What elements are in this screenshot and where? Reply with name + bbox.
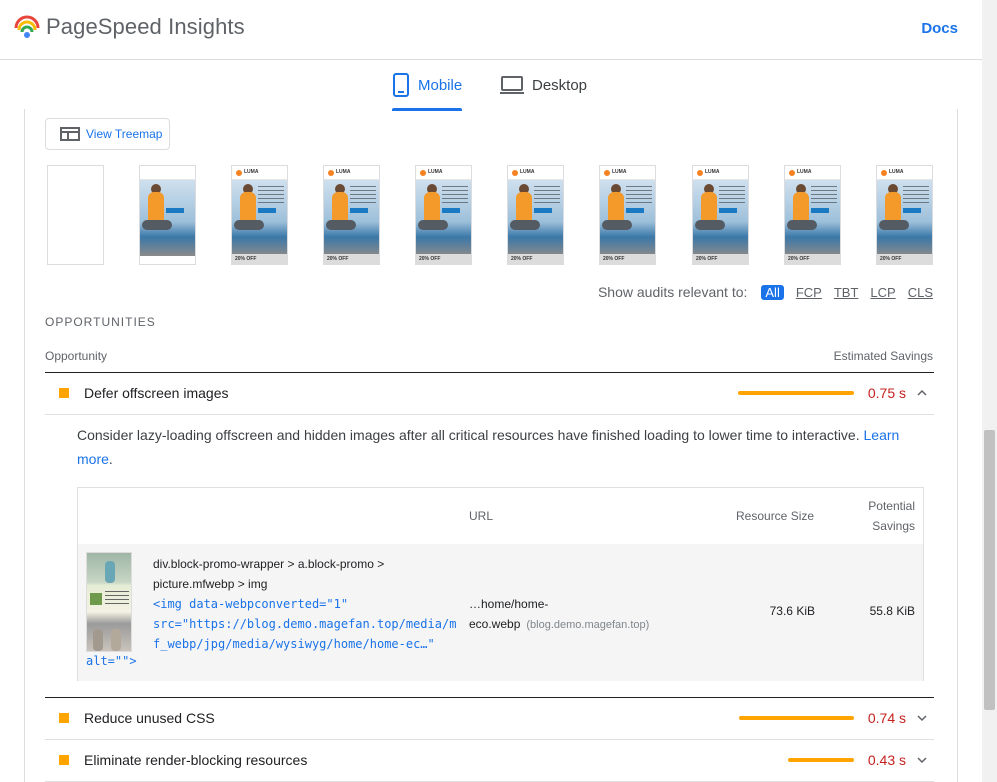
audit-defer-offscreen-images[interactable]: Defer offscreen images 0.75 s [45, 372, 934, 414]
pagespeed-logo-icon[interactable] [14, 14, 40, 40]
filter-chip-lcp[interactable]: LCP [870, 285, 895, 300]
resource-url[interactable]: …home/home- eco.webp (blog.demo.magefan.t… [469, 594, 669, 635]
node-snippet-end: alt=""> [86, 654, 137, 668]
column-header-opportunity: Opportunity [45, 349, 108, 363]
node-snippet[interactable]: <img data-webpconverted="1" src="https:/… [153, 594, 463, 654]
audit-filter: Show audits relevant to: All FCP TBT LCP… [598, 284, 933, 300]
filmstrip-frame: LUMA 20% OFF [323, 165, 380, 265]
savings-value: 0.74 s [867, 710, 906, 726]
audit-description: Consider lazy-loading offscreen and hidd… [77, 427, 900, 467]
scrollbar-thumb[interactable] [984, 430, 995, 710]
savings-value: 0.75 s [867, 385, 906, 401]
mobile-icon [393, 73, 409, 97]
tab-mobile[interactable]: Mobile [392, 61, 463, 111]
savings-bar [738, 716, 854, 720]
tab-label: Desktop [532, 76, 588, 94]
report-panel: View Treemap LUMA 20% OFF LUMA 20% OFF L… [24, 109, 958, 782]
filmstrip-frame [139, 165, 196, 265]
filmstrip-frame: LUMA 20% OFF [876, 165, 933, 265]
savings-value: 0.43 s [867, 752, 906, 768]
filmstrip-frame: LUMA 20% OFF [507, 165, 564, 265]
table-header: URL Resource Size Potential Savings [78, 488, 923, 544]
filter-chip-fcp[interactable]: FCP [796, 285, 822, 300]
audit-reduce-unused-css[interactable]: Reduce unused CSS 0.74 s [45, 697, 934, 739]
section-title: OPPORTUNITIES [45, 315, 156, 329]
audit-eliminate-render-blocking[interactable]: Eliminate render-blocking resources 0.43… [45, 739, 934, 781]
filter-chip-tbt[interactable]: TBT [834, 285, 859, 300]
desktop-icon [500, 76, 524, 94]
warning-square-icon [59, 388, 69, 398]
filmstrip-frame: LUMA 20% OFF [599, 165, 656, 265]
audit-title: Reduce unused CSS [84, 710, 215, 726]
app-header: PageSpeed Insights Docs [0, 0, 982, 60]
scrollbar[interactable] [982, 0, 997, 782]
node-selector: div.block-promo-wrapper > a.block-promo … [153, 557, 385, 591]
column-header-url: URL [469, 509, 494, 523]
divider [45, 414, 934, 415]
details-table: URL Resource Size Potential Savings div.… [77, 487, 924, 681]
tab-desktop[interactable]: Desktop [500, 61, 587, 109]
filmstrip-frame: LUMA 20% OFF [784, 165, 841, 265]
chevron-up-icon [917, 389, 927, 396]
filter-label: Show audits relevant to: [597, 284, 748, 300]
treemap-label: View Treemap [86, 127, 163, 141]
column-header-savings: Savings [872, 519, 915, 533]
filmstrip-frame: LUMA 20% OFF [415, 165, 472, 265]
device-tabs: Mobile Desktop [0, 61, 982, 111]
savings-bar [737, 391, 854, 395]
savings-bar [787, 758, 854, 762]
filmstrip: LUMA 20% OFF LUMA 20% OFF LUMA 20% OFF L… [47, 165, 937, 265]
app-title: PageSpeed Insights [46, 14, 245, 39]
filter-chip-cls[interactable]: CLS [908, 285, 933, 300]
resource-size: 73.6 KiB [769, 604, 815, 618]
column-header-resource-size: Resource Size [736, 509, 815, 523]
potential-savings: 55.8 KiB [869, 604, 915, 618]
docs-link[interactable]: Docs [921, 20, 958, 37]
warning-square-icon [59, 713, 69, 723]
tab-label: Mobile [418, 76, 463, 94]
image-thumbnail [86, 552, 132, 652]
warning-square-icon [59, 755, 69, 765]
filmstrip-frame: LUMA 20% OFF [231, 165, 288, 265]
filmstrip-frame [47, 165, 104, 265]
treemap-icon [60, 127, 80, 141]
filmstrip-frame: LUMA 20% OFF [692, 165, 749, 265]
column-header-savings: Estimated Savings [833, 349, 933, 363]
audit-title: Eliminate render-blocking resources [84, 752, 308, 768]
chevron-down-icon [917, 715, 927, 722]
audit-title: Defer offscreen images [84, 385, 229, 401]
table-row: div.block-promo-wrapper > a.block-promo … [78, 544, 923, 681]
filter-chip-all[interactable]: All [761, 284, 784, 300]
column-header-potential: Potential [868, 499, 915, 513]
chevron-down-icon [917, 757, 927, 764]
view-treemap-button[interactable]: View Treemap [45, 118, 170, 150]
url-host: (blog.demo.magefan.top) [526, 619, 650, 631]
